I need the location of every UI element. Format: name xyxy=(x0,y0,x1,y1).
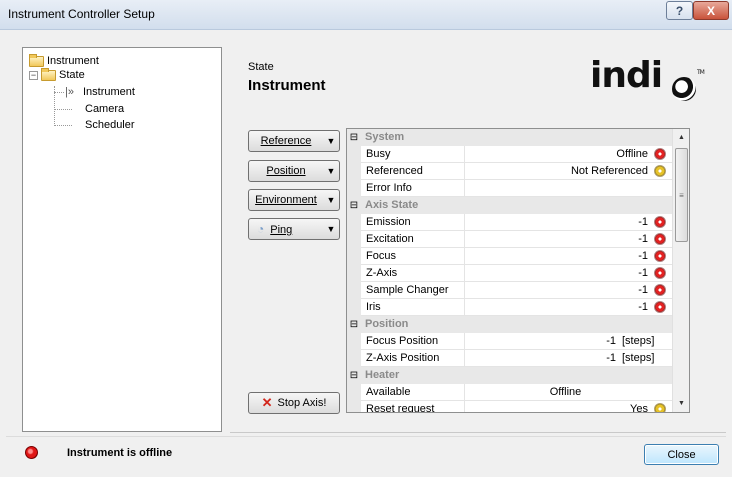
red-status-led-icon xyxy=(654,148,666,160)
category-axis-state[interactable]: ⊟ Axis State xyxy=(347,197,672,214)
red-status-led-icon xyxy=(654,284,666,296)
grid-row-excitation[interactable]: Excitation -1 xyxy=(347,231,672,248)
scrollbar-thumb[interactable]: ≡ xyxy=(675,148,688,242)
ping-label: Ping xyxy=(270,224,293,236)
dropdown-arrow-icon: ▼ xyxy=(326,224,336,234)
tree-item-scheduler[interactable]: Scheduler xyxy=(85,118,135,132)
grid-row-busy[interactable]: Busy Offline xyxy=(347,146,672,163)
stop-axis-label: Stop Axis! xyxy=(277,397,327,409)
red-status-led-icon xyxy=(654,301,666,313)
ping-dropdown-button[interactable]: ◔ Ping ▼ xyxy=(248,218,340,240)
status-text: Instrument is offline xyxy=(67,447,173,459)
reference-dropdown-button[interactable]: Reference ▼ xyxy=(248,130,340,152)
grid-row-error-info[interactable]: Error Info xyxy=(347,180,672,197)
help-button[interactable]: ? xyxy=(666,1,693,20)
property-grid[interactable]: ⊟ System Busy Offline Referenced Not Ref… xyxy=(346,128,690,413)
grid-row-focus[interactable]: Focus -1 xyxy=(347,248,672,265)
window-title: Instrument Controller Setup xyxy=(8,7,155,21)
red-status-led-icon xyxy=(654,267,666,279)
tree-item-camera[interactable]: Camera xyxy=(85,102,124,116)
grid-row-referenced[interactable]: Referenced Not Referenced xyxy=(347,163,672,180)
collapse-icon[interactable]: ⊟ xyxy=(347,197,361,214)
folder-icon xyxy=(41,67,56,81)
folder-icon xyxy=(29,53,44,67)
category-position[interactable]: ⊟ Position xyxy=(347,316,672,333)
grid-row-iris[interactable]: Iris -1 xyxy=(347,299,672,316)
tree-item-label: Instrument xyxy=(47,55,99,67)
collapse-icon[interactable]: ⊟ xyxy=(347,316,361,333)
category-heater[interactable]: ⊟ Heater xyxy=(347,367,672,384)
divider xyxy=(6,436,726,437)
grid-row-sample-changer[interactable]: Sample Changer -1 xyxy=(347,282,672,299)
indigo-logo: indi TM xyxy=(590,55,710,101)
dialog-window: Instrument Controller Setup ? X Instrume… xyxy=(0,0,732,477)
tree-item-label: State xyxy=(59,69,85,81)
divider xyxy=(230,432,726,433)
double-chevron-right-icon: |» xyxy=(65,86,74,98)
dropdown-arrow-icon: ▼ xyxy=(326,195,336,205)
window-close-button[interactable]: X xyxy=(693,1,729,20)
grid-row-reset-request[interactable]: Reset request Yes xyxy=(347,401,672,412)
category-system[interactable]: ⊟ System xyxy=(347,129,672,146)
yellow-status-led-icon xyxy=(654,403,666,412)
grid-row-available[interactable]: Available Offline xyxy=(347,384,672,401)
tree-item-instrument[interactable]: |» Instrument xyxy=(65,85,135,99)
status-led-icon xyxy=(25,446,38,459)
environment-label: Environment xyxy=(255,194,317,206)
position-dropdown-button[interactable]: Position ▼ xyxy=(248,160,340,182)
stop-axis-button[interactable]: ✕ Stop Axis! xyxy=(248,392,340,414)
tree-item-label: Instrument xyxy=(83,86,135,98)
collapse-icon[interactable]: − xyxy=(29,70,38,80)
navigation-tree: Instrument − State |» Instrument Camera … xyxy=(22,47,222,432)
trademark-mark: TM xyxy=(697,69,705,76)
scroll-down-icon[interactable]: ▼ xyxy=(673,395,689,412)
reference-label: Reference xyxy=(260,135,312,147)
collapse-icon[interactable]: ⊟ xyxy=(347,129,361,146)
tree-item-state[interactable]: − State xyxy=(29,67,85,82)
stop-x-icon: ✕ xyxy=(261,395,273,410)
red-status-led-icon xyxy=(654,250,666,262)
title-bar: Instrument Controller Setup ? X xyxy=(0,0,732,30)
vertical-scrollbar[interactable]: ▲ ≡ ▼ xyxy=(672,129,689,412)
tree-item-label: Scheduler xyxy=(85,119,135,131)
ping-icon: ◔ xyxy=(257,222,265,236)
position-label: Position xyxy=(266,165,306,177)
yellow-status-led-icon xyxy=(654,165,666,177)
grid-row-focus-position[interactable]: Focus Position -1 [steps] xyxy=(347,333,672,350)
dropdown-arrow-icon: ▼ xyxy=(326,166,336,176)
red-status-led-icon xyxy=(654,216,666,228)
grid-row-z-axis[interactable]: Z-Axis -1 xyxy=(347,265,672,282)
close-button[interactable]: Close xyxy=(644,444,719,465)
environment-dropdown-button[interactable]: Environment ▼ xyxy=(248,189,340,211)
section-subtitle: State xyxy=(248,61,274,73)
collapse-icon[interactable]: ⊟ xyxy=(347,367,361,384)
tree-item-instrument-root[interactable]: Instrument xyxy=(29,53,99,68)
dropdown-arrow-icon: ▼ xyxy=(326,136,336,146)
grid-row-z-axis-position[interactable]: Z-Axis Position -1 [steps] xyxy=(347,350,672,367)
red-status-led-icon xyxy=(654,233,666,245)
scroll-up-icon[interactable]: ▲ xyxy=(673,129,689,146)
grid-row-emission[interactable]: Emission -1 xyxy=(347,214,672,231)
logo-ring-icon xyxy=(672,77,696,101)
tree-item-label: Camera xyxy=(85,103,125,115)
page-title: Instrument xyxy=(248,77,326,94)
